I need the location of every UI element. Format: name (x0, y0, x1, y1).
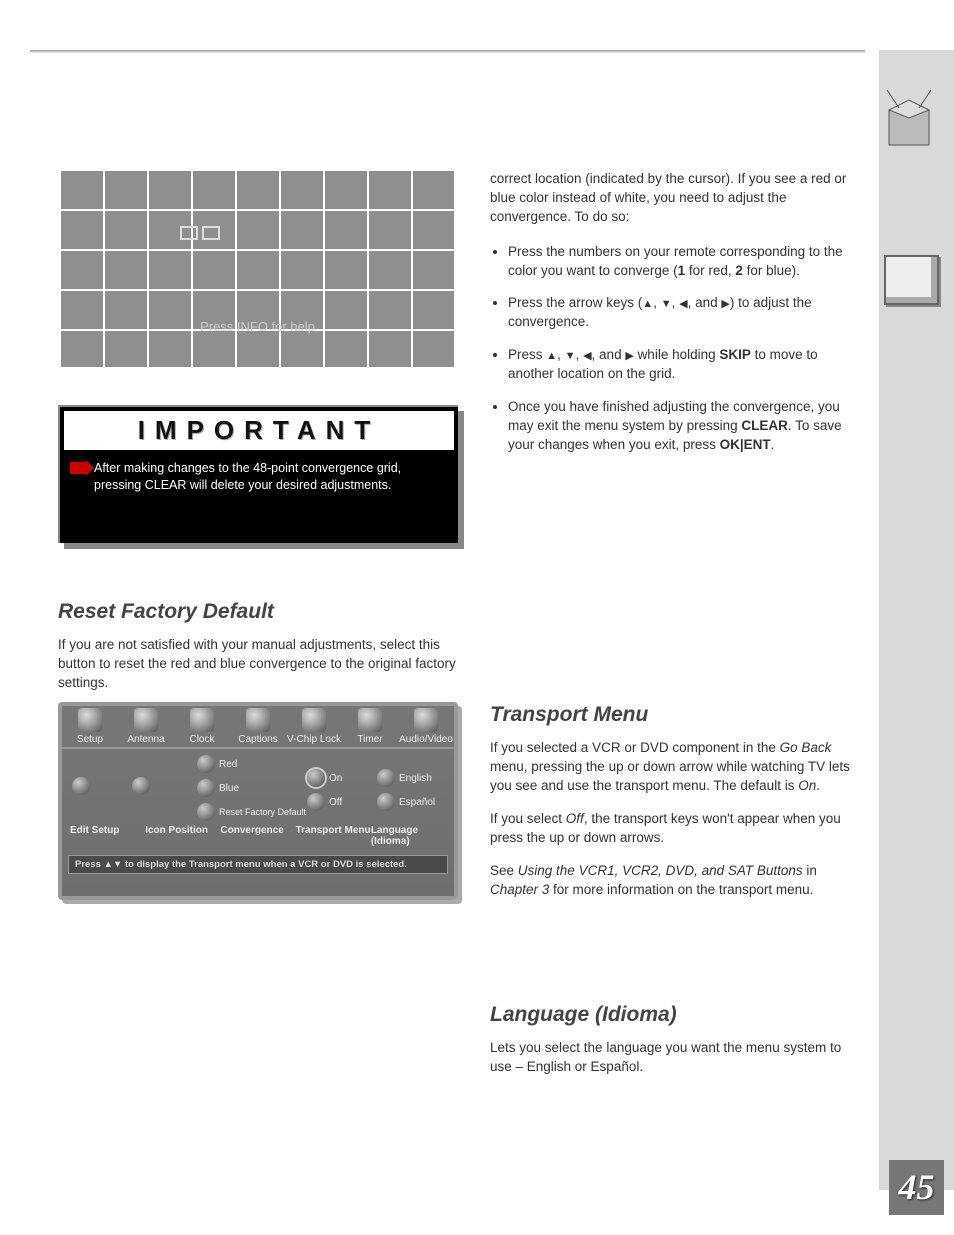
setup-menu-figure: Setup Antenna Clock Captions V-Chip Lock… (58, 702, 458, 900)
bullet-2: Press the arrow keys (▲, ▼, ◀, and ▶) to… (508, 294, 860, 332)
lbl-convergence: Convergence (220, 825, 295, 847)
triangle-up-icon: ▲ (546, 349, 557, 364)
convergence-grid-figure: // draw 9x5 grid cells via JS after load… (60, 170, 455, 368)
speakers-icon (414, 708, 438, 732)
grid-caption: Press INFO for help (60, 319, 455, 334)
bullet-3: Press ▲, ▼, ◀, and ▶ while holding SKIP … (508, 346, 860, 384)
tab-label: Antenna (118, 734, 174, 745)
tab-captions: Captions (230, 706, 286, 747)
transport-para3: See Using the VCR1, VCR2, DVD, and SAT B… (490, 862, 860, 900)
triangle-right-icon: ▶ (721, 297, 729, 312)
setup-tabs: Setup Antenna Clock Captions V-Chip Lock… (62, 706, 454, 749)
important-heading: IMPORTANT (64, 411, 454, 452)
radio-icon (377, 769, 395, 787)
opt-red: Red (219, 759, 237, 770)
timer-icon (358, 708, 382, 732)
triangle-up-icon: ▲ (642, 297, 653, 312)
important-callout: IMPORTANT After making changes to the 48… (58, 405, 458, 543)
opt-blue: Blue (219, 783, 239, 794)
language-body: Lets you select the language you want th… (490, 1039, 860, 1077)
radio-icon (132, 777, 150, 795)
triangle-down-icon: ▼ (565, 349, 576, 364)
opt-off: Off (329, 797, 342, 808)
arrow-right-icon (70, 462, 86, 474)
radio-icon (307, 793, 325, 811)
globe-icon (78, 708, 102, 732)
lock-icon (302, 708, 326, 732)
opt-reset: Reset Factory Default (219, 807, 306, 817)
triangle-left-icon: ◀ (583, 349, 591, 364)
transport-heading: Transport Menu (490, 700, 860, 729)
important-body: After making changes to the 48-point con… (94, 461, 401, 492)
body-text: correct location (indicated by the curso… (490, 170, 860, 471)
lbl-transport: Transport Menu (296, 825, 371, 847)
tab-antenna: Antenna (118, 706, 174, 747)
bullet-1: Press the numbers on your remote corresp… (508, 243, 860, 281)
top-rule (30, 50, 865, 53)
radio-icon (72, 777, 90, 795)
radio-icon (197, 755, 215, 773)
triangle-left-icon: ◀ (679, 297, 687, 312)
setup-status-bar: Press ▲▼ to display the Transport menu w… (68, 855, 448, 874)
open-box-icon (879, 80, 939, 150)
radio-icon (307, 769, 325, 787)
tab-label: V-Chip Lock (286, 734, 342, 745)
tab-setup: Setup (62, 706, 118, 747)
tab-timer: Timer (342, 706, 398, 747)
clock-icon (190, 708, 214, 732)
triangle-right-icon: ▶ (625, 349, 633, 364)
para-intro: correct location (indicated by the curso… (490, 170, 860, 227)
antenna-icon (134, 708, 158, 732)
transport-para1: If you selected a VCR or DVD component i… (490, 739, 860, 796)
opt-english: English (399, 773, 432, 784)
lbl-edit-setup: Edit Setup (70, 825, 145, 847)
reset-body: If you are not satisfied with your manua… (58, 636, 458, 693)
language-heading: Language (Idioma) (490, 1000, 860, 1029)
tab-label: Clock (174, 734, 230, 745)
tab-av: Audio/Video (398, 706, 454, 747)
lbl-language: Language (Idioma) (371, 825, 446, 847)
opt-on: On (329, 773, 342, 784)
bullet-4: Once you have finished adjusting the con… (508, 398, 860, 455)
radio-icon (197, 803, 215, 821)
lbl-icon-pos: Icon Position (145, 825, 220, 847)
setup-bottom-labels: Edit Setup Icon Position Convergence Tra… (62, 823, 454, 851)
reset-factory-section: Reset Factory Default If you are not sat… (58, 597, 458, 701)
opt-espanol: Español (399, 797, 435, 808)
tab-label: Audio/Video (398, 734, 454, 745)
page-number: 45 (889, 1160, 944, 1215)
convergence-cursor (180, 226, 198, 240)
captions-icon (246, 708, 270, 732)
tab-label: Setup (62, 734, 118, 745)
language-section: Language (Idioma) Lets you select the la… (490, 1000, 860, 1077)
tab-label: Timer (342, 734, 398, 745)
tab-clock: Clock (174, 706, 230, 747)
tab-vchip: V-Chip Lock (286, 706, 342, 747)
reset-heading: Reset Factory Default (58, 597, 458, 626)
triangle-down-icon: ▼ (661, 297, 672, 312)
transport-para2: If you select Off, the transport keys wo… (490, 810, 860, 848)
tab-label: Captions (230, 734, 286, 745)
radio-icon (197, 779, 215, 797)
cassette-icon (884, 255, 939, 305)
sidebar-strip (879, 50, 954, 1190)
transport-menu-section: Transport Menu If you selected a VCR or … (490, 700, 860, 914)
convergence-cursor (202, 226, 220, 240)
radio-icon (377, 793, 395, 811)
